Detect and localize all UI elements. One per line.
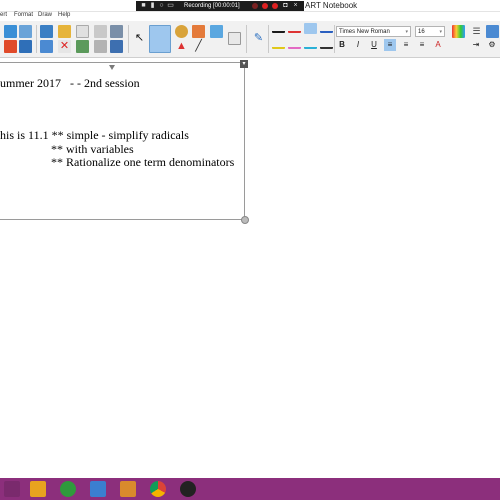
page-icon[interactable] — [19, 25, 32, 38]
camera-icon[interactable]: ◘ — [282, 2, 289, 9]
color-palette-icon[interactable] — [452, 25, 465, 38]
record-app-icon[interactable] — [180, 481, 196, 497]
align-right-icon[interactable]: ≡ — [416, 39, 428, 51]
note-line[interactable]: ** with variables — [51, 142, 134, 156]
pen-cyan[interactable] — [304, 41, 317, 49]
pen-blue-active[interactable] — [304, 23, 317, 34]
font-size-select[interactable]: 16 ▾ — [415, 26, 445, 37]
pen-blue[interactable] — [320, 25, 333, 33]
magic-pen-icon[interactable] — [210, 25, 223, 38]
record-icon-2[interactable] — [272, 3, 278, 9]
document-camera-icon[interactable] — [110, 25, 123, 38]
table-icon[interactable] — [76, 25, 89, 38]
chrome-icon[interactable] — [150, 481, 166, 497]
menu-bar: ert Format Draw Help — [0, 11, 136, 21]
record-indicator-icon — [252, 3, 258, 9]
pause-icon[interactable]: ▮ — [149, 2, 156, 9]
indent-icon[interactable]: ⇥ — [470, 39, 482, 51]
text-color-icon[interactable]: A — [432, 39, 444, 51]
object-menu-button[interactable]: ▾ — [240, 60, 248, 68]
bold-button[interactable]: B — [336, 39, 348, 51]
close-icon[interactable]: × — [292, 2, 299, 9]
file-explorer-icon[interactable] — [30, 481, 46, 497]
more-icon[interactable] — [486, 25, 499, 38]
underline-button[interactable]: U — [368, 39, 380, 51]
redo-icon[interactable] — [4, 25, 17, 38]
menu-help[interactable]: Help — [58, 12, 70, 18]
taskbar — [0, 478, 500, 500]
pen-black[interactable] — [272, 25, 285, 33]
shape-icon[interactable]: ▲ — [175, 40, 188, 53]
chevron-down-icon: ▾ — [405, 29, 408, 35]
select-icon[interactable]: ↖ — [133, 32, 146, 45]
pen-yellow[interactable] — [272, 41, 285, 49]
settings-icon[interactable]: ⚙ — [486, 39, 498, 51]
screen-shade-icon[interactable] — [40, 25, 53, 38]
note-line[interactable]: ummer 2017 - - 2nd session — [0, 76, 140, 90]
align-left-icon[interactable]: ≡ — [384, 39, 396, 51]
stop-icon[interactable]: ■ — [140, 2, 147, 9]
note-line[interactable]: his is 11.1 ** simple - simplify radical… — [0, 128, 189, 142]
font-name-select[interactable]: Times New Roman ▾ — [336, 26, 411, 37]
record-icon[interactable] — [262, 3, 268, 9]
paste-icon[interactable] — [40, 40, 53, 53]
delete-icon[interactable]: ✕ — [58, 40, 71, 53]
note-icon[interactable] — [58, 25, 71, 38]
undo-icon[interactable] — [4, 40, 17, 53]
pen-red[interactable] — [288, 25, 301, 33]
italic-button[interactable]: I — [352, 39, 364, 51]
pen-pink[interactable] — [288, 41, 301, 49]
zoom-icon[interactable]: ○ — [158, 2, 165, 9]
note-line[interactable]: ** Rationalize one term denominators — [51, 155, 234, 169]
webcam-icon[interactable]: ▭ — [167, 2, 174, 9]
pen-dark[interactable] — [320, 41, 333, 49]
recording-status: Recording [00:00:01] — [184, 3, 240, 9]
recording-toolbar[interactable]: ■ ▮ ○ ▭ Recording [00:00:01] ◘ × — [136, 1, 304, 11]
pen-tool-icon[interactable]: ✎ — [252, 32, 265, 45]
grid-icon[interactable] — [94, 25, 107, 38]
fill-icon[interactable] — [192, 25, 205, 38]
eraser-icon[interactable] — [228, 32, 241, 45]
line-icon[interactable]: ╱ — [192, 40, 205, 53]
align-center-icon[interactable]: ≡ — [400, 39, 412, 51]
folder-icon[interactable] — [120, 481, 136, 497]
full-screen-icon[interactable] — [110, 40, 123, 53]
menu-format[interactable]: Format — [14, 12, 33, 18]
list-icon[interactable]: ☰ — [470, 25, 483, 38]
creative-pen-icon[interactable] — [175, 25, 188, 38]
save-icon[interactable] — [19, 40, 32, 53]
app-icon[interactable] — [60, 481, 76, 497]
chevron-down-icon: ▾ — [439, 29, 442, 35]
notebook-icon[interactable] — [90, 481, 106, 497]
menu-insert[interactable]: ert — [0, 12, 7, 18]
window-title: ART Notebook — [305, 1, 358, 10]
insert-icon[interactable] — [76, 40, 89, 53]
resize-handle[interactable] — [241, 216, 249, 224]
menu-draw[interactable]: Draw — [38, 12, 52, 18]
properties-icon[interactable] — [94, 40, 107, 53]
start-button[interactable] — [4, 481, 20, 497]
pen-icon[interactable] — [149, 25, 171, 53]
